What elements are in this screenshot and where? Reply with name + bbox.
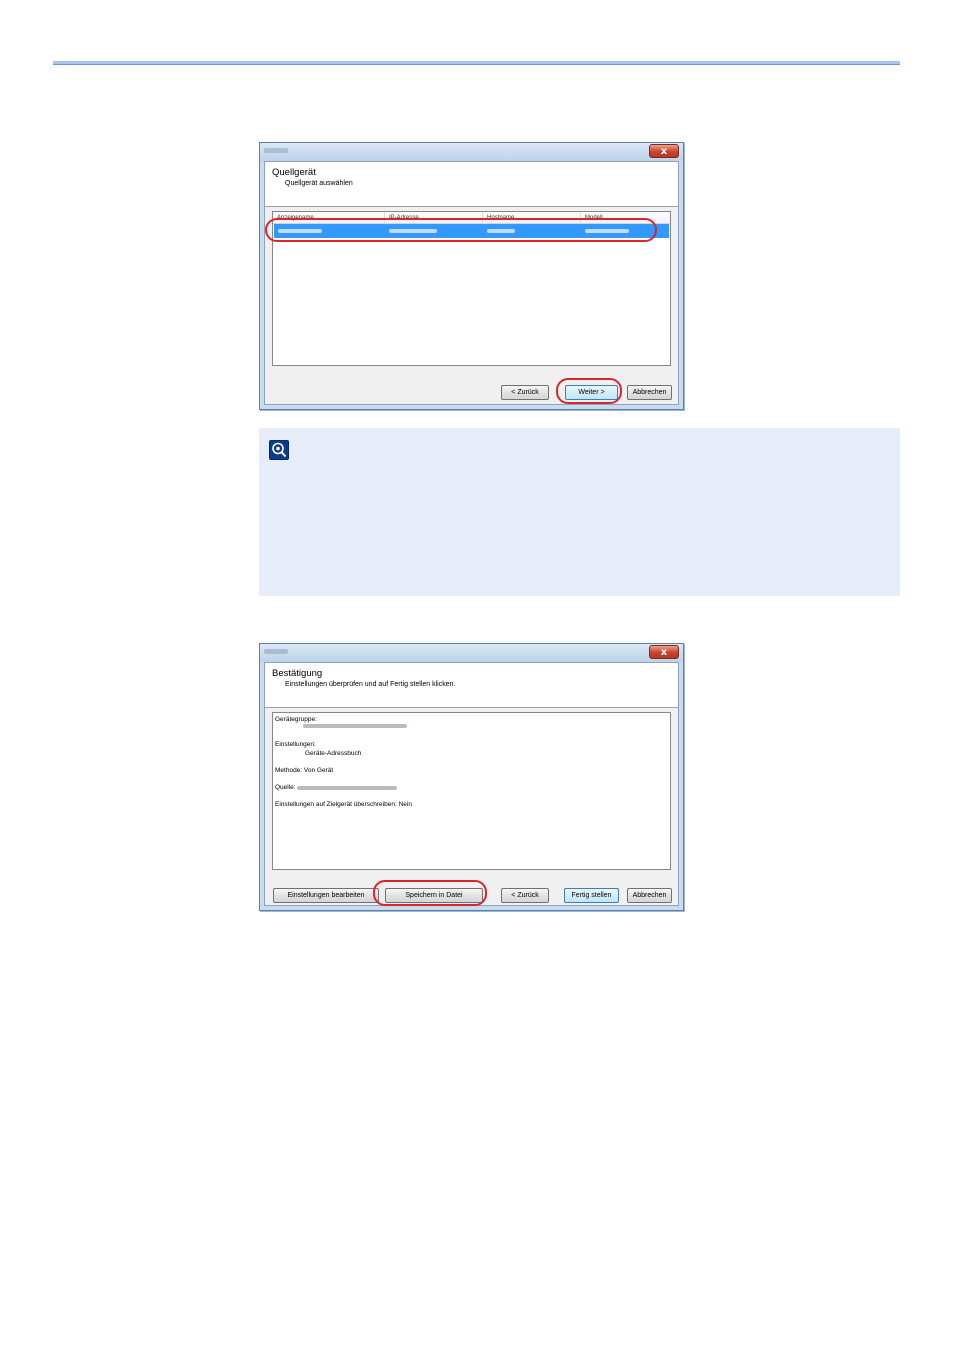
back-button[interactable]: < Zurück xyxy=(501,888,549,903)
column-ip-address[interactable]: IP-Adresse xyxy=(385,212,483,223)
dialog-titlebar[interactable]: x xyxy=(260,143,683,161)
next-button[interactable]: Weiter > xyxy=(565,385,618,400)
device-list-row-selected[interactable] xyxy=(274,224,669,238)
wizard-subtitle: Quellgerät auswählen xyxy=(285,180,353,187)
note-lightbulb-icon xyxy=(269,440,289,460)
save-to-file-button[interactable]: Speichern in Datei xyxy=(385,888,483,903)
confirmation-dialog: x Bestätigung Einstellungen überprüfen u… xyxy=(259,643,684,911)
redacted-hostname xyxy=(487,229,515,233)
redacted-source xyxy=(297,786,397,790)
redacted-model xyxy=(585,229,629,233)
summary-textbox[interactable]: Gerätegruppe: Einstellungen: Geräte-Adre… xyxy=(272,712,671,870)
device-list-header: Anzeigename IP-Adresse Hostname Modell xyxy=(273,212,670,224)
source-label: Quelle: xyxy=(275,784,296,791)
settings-value: Geräte-Adressbuch xyxy=(305,750,362,757)
wizard-header: Bestätigung Einstellungen überprüfen und… xyxy=(265,663,678,708)
redacted-device-group xyxy=(303,724,407,728)
source-device-dialog: x Quellgerät Quellgerät auswählen Anzeig… xyxy=(259,142,684,410)
window-title-redacted xyxy=(264,148,288,153)
finish-button[interactable]: Fertig stellen xyxy=(564,888,619,903)
window-title-redacted xyxy=(264,649,288,654)
column-display-name[interactable]: Anzeigename xyxy=(273,212,385,223)
cancel-button[interactable]: Abbrechen xyxy=(627,888,672,903)
settings-label: Einstellungen: xyxy=(275,741,316,748)
method-line: Methode: Von Gerät xyxy=(275,767,334,774)
column-hostname[interactable]: Hostname xyxy=(483,212,581,223)
close-button[interactable]: x xyxy=(649,144,679,158)
wizard-subtitle: Einstellungen überprüfen und auf Fertig … xyxy=(285,681,456,688)
cancel-button[interactable]: Abbrechen xyxy=(627,385,672,400)
wizard-title: Bestätigung xyxy=(272,668,323,679)
device-group-label: Gerätegruppe: xyxy=(275,716,317,723)
dialog-titlebar[interactable]: x xyxy=(260,644,683,662)
redacted-ip-address xyxy=(389,229,437,233)
dialog-content: Bestätigung Einstellungen überprüfen und… xyxy=(264,662,679,906)
redacted-display-name xyxy=(278,229,322,233)
overwrite-line: Einstellungen auf Zielgerät überschreibe… xyxy=(275,801,412,808)
header-rule xyxy=(53,61,900,65)
back-button[interactable]: < Zurück xyxy=(501,385,549,400)
column-model[interactable]: Modell xyxy=(581,212,676,223)
note-box xyxy=(259,428,900,596)
close-button[interactable]: x xyxy=(649,645,679,659)
device-list[interactable]: Anzeigename IP-Adresse Hostname Modell xyxy=(272,211,671,366)
wizard-header: Quellgerät Quellgerät auswählen xyxy=(265,162,678,207)
edit-settings-button[interactable]: Einstellungen bearbeiten xyxy=(273,888,379,903)
wizard-title: Quellgerät xyxy=(272,167,316,178)
dialog-content: Quellgerät Quellgerät auswählen Anzeigen… xyxy=(264,161,679,405)
